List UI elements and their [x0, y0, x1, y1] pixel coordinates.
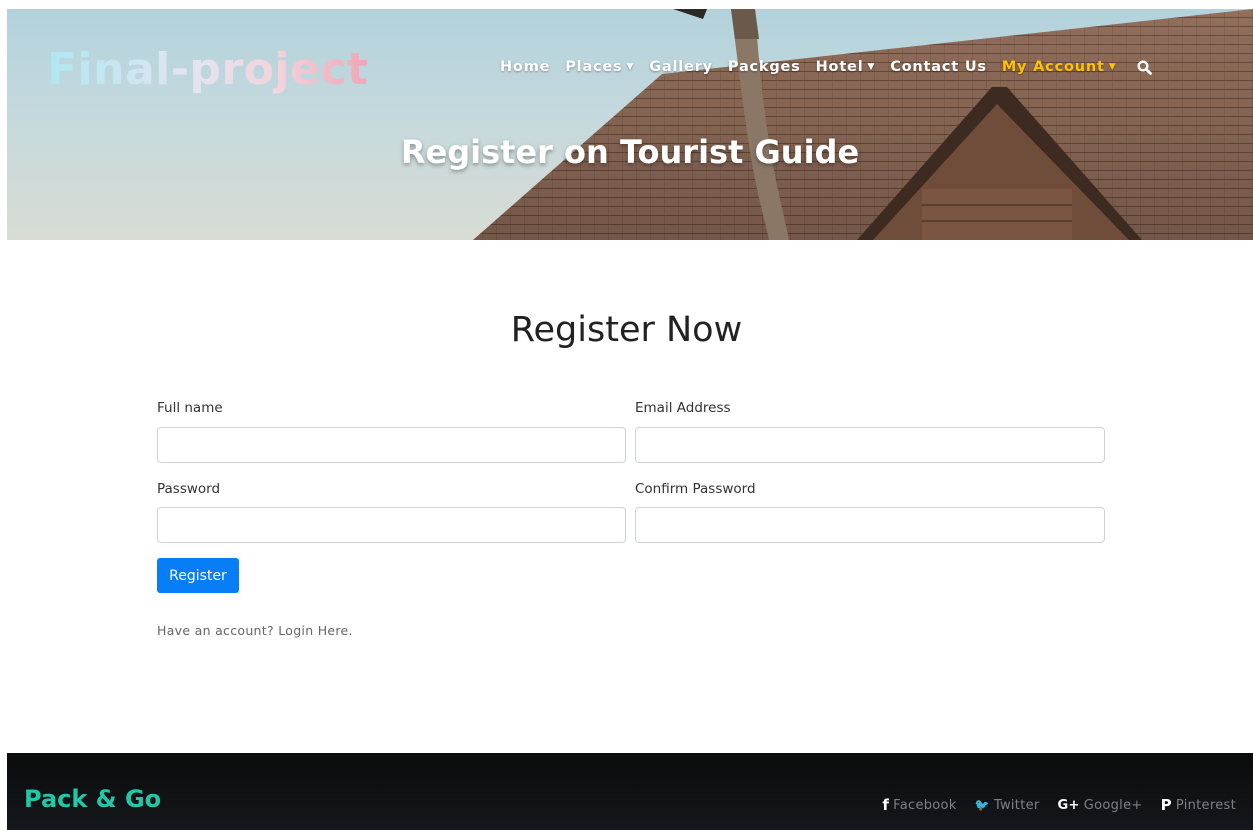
- google-plus-icon: G+: [1057, 797, 1080, 813]
- nav-gallery[interactable]: Gallery: [649, 59, 713, 75]
- email-label: Email Address: [635, 400, 731, 416]
- footer-brand[interactable]: Pack & Go: [24, 785, 161, 813]
- site-logo[interactable]: Final-project: [47, 44, 368, 95]
- social-facebook[interactable]: f Facebook: [882, 796, 956, 814]
- page-title: Register Now: [510, 310, 743, 350]
- login-prompt-text: Have an account?: [157, 623, 274, 638]
- password-label: Password: [157, 481, 221, 497]
- nav-contact-us-label: Contact Us: [890, 59, 987, 75]
- register-button[interactable]: Register: [157, 558, 239, 593]
- nav-places-label: Places: [565, 59, 623, 75]
- nav-my-account[interactable]: My Account ▼: [1002, 59, 1117, 75]
- main-nav: Home Places ▼ Gallery Packges Hotel ▼ Co…: [500, 59, 1153, 75]
- pinterest-icon: P: [1160, 796, 1172, 814]
- social-pinterest[interactable]: P Pinterest: [1161, 796, 1236, 814]
- login-link[interactable]: Login Here.: [278, 623, 353, 638]
- facebook-icon: f: [882, 796, 890, 814]
- full-name-field[interactable]: [157, 427, 626, 463]
- chevron-down-icon: ▼: [626, 62, 635, 72]
- nav-my-account-label: My Account: [1001, 59, 1105, 75]
- nav-places[interactable]: Places ▼: [565, 59, 634, 75]
- social-pinterest-label: Pinterest: [1175, 797, 1236, 813]
- nav-packages[interactable]: Packges: [728, 59, 801, 75]
- nav-hotel-label: Hotel: [815, 59, 864, 75]
- nav-home[interactable]: Home: [500, 59, 550, 75]
- search-icon[interactable]: [1137, 59, 1153, 75]
- hero-title: Register on Tourist Guide: [400, 133, 860, 171]
- social-google-plus[interactable]: G+ Google+: [1058, 798, 1143, 813]
- social-twitter[interactable]: 🐦 Twitter: [975, 798, 1040, 813]
- twitter-icon: 🐦: [974, 798, 990, 812]
- confirm-password-label: Confirm Password: [635, 481, 756, 497]
- social-twitter-label: Twitter: [993, 797, 1040, 813]
- social-links: f Facebook 🐦 Twitter G+ Google+ P Pinter…: [864, 796, 1236, 814]
- nav-home-label: Home: [500, 59, 551, 75]
- full-name-label: Full name: [157, 400, 223, 416]
- nav-hotel[interactable]: Hotel ▼: [816, 59, 876, 75]
- chevron-down-icon: ▼: [1108, 62, 1117, 72]
- social-facebook-label: Facebook: [893, 797, 957, 813]
- hero-banner: Final-project Home Places ▼ Gallery Pack…: [7, 9, 1253, 240]
- nav-packages-label: Packges: [727, 59, 801, 75]
- social-google-plus-label: Google+: [1083, 797, 1143, 813]
- chevron-down-icon: ▼: [867, 62, 876, 72]
- nav-gallery-label: Gallery: [649, 59, 713, 75]
- footer: Pack & Go f Facebook 🐦 Twitter G+ Google…: [7, 753, 1253, 830]
- confirm-password-field[interactable]: [635, 507, 1105, 543]
- password-field[interactable]: [157, 507, 626, 543]
- nav-contact-us[interactable]: Contact Us: [890, 59, 987, 75]
- email-field[interactable]: [635, 427, 1105, 463]
- login-prompt: Have an account? Login Here.: [157, 623, 353, 638]
